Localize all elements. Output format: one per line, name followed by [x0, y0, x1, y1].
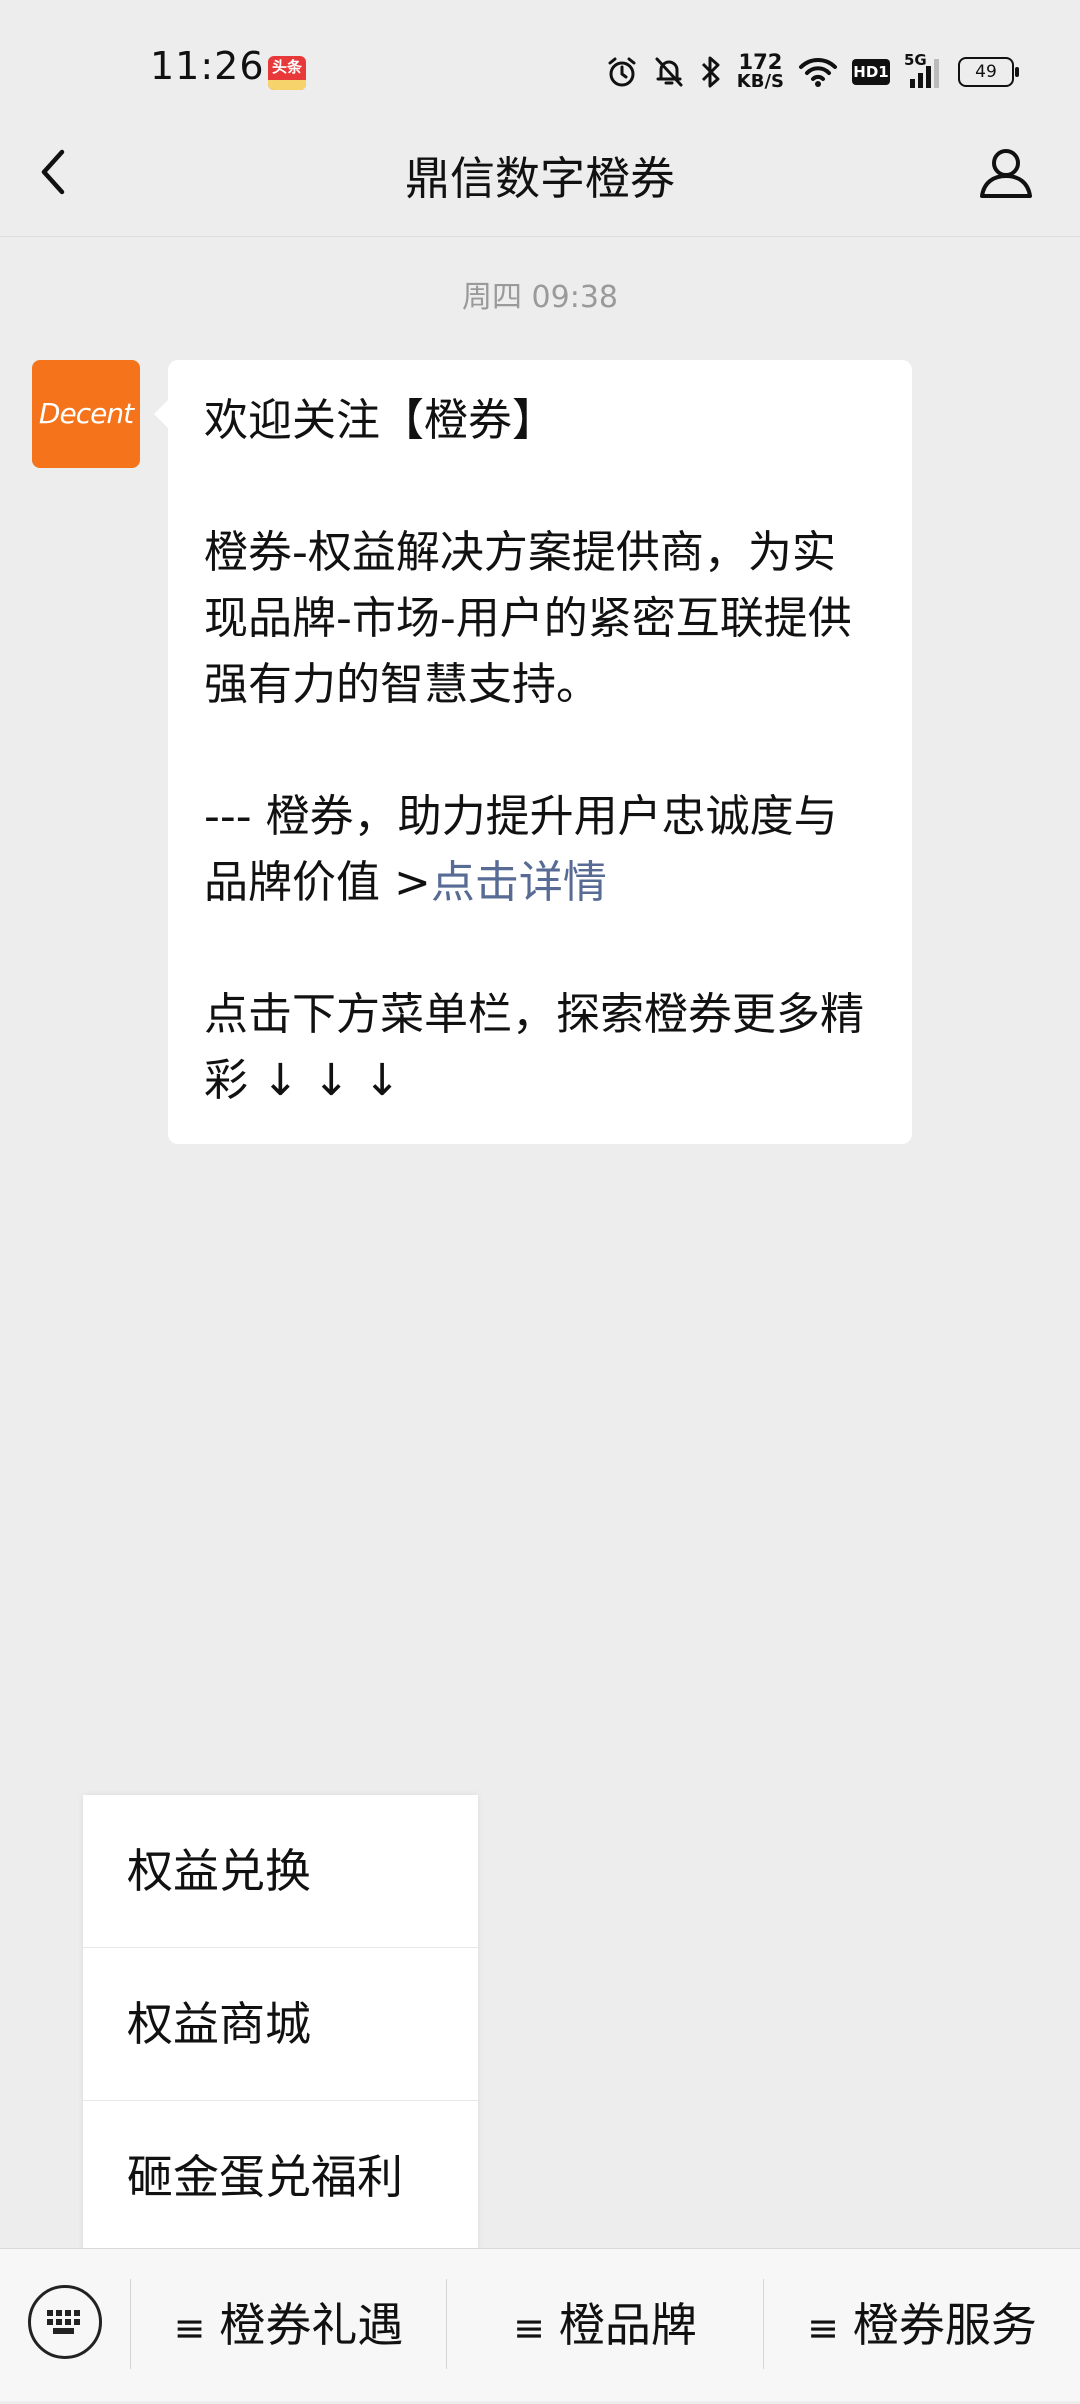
alarm-icon: [608, 57, 636, 87]
submenu-item-golden-egg[interactable]: 砸金蛋兑福利: [83, 2101, 478, 2253]
account-avatar[interactable]: Decent: [32, 360, 140, 468]
keyboard-toggle-button[interactable]: [28, 2285, 102, 2359]
battery-indicator: 49: [958, 57, 1019, 87]
message-bubble: 欢迎关注【橙券】 橙券-权益解决方案提供商，为实现品牌-市场-用户的紧密互联提供…: [154, 360, 912, 1144]
hd-indicator: HD1: [852, 59, 890, 85]
message-welcome: 欢迎关注【橙券】: [204, 395, 556, 446]
page-title: 鼎信数字橙券: [404, 152, 675, 205]
status-icons: 172 KB/S HD1 5G 49: [605, 50, 1019, 94]
mute-bell-icon: [655, 57, 683, 87]
message-timestamp: 周四 09:38: [462, 280, 618, 315]
news-app-badge: 头条: [271, 58, 302, 76]
message-slogan: --- 橙券，助力提升用户忠诚度与品牌价值 >点击详情: [204, 784, 878, 916]
hamburger-icon: ≡: [513, 2306, 545, 2350]
bluetooth-icon: [701, 56, 720, 88]
submenu-popup: 权益兑换 权益商城 砸金蛋兑福利: [83, 1795, 478, 2253]
menu-tab-brand[interactable]: ≡ 橙品牌: [447, 2249, 763, 2401]
status-time: 11:26: [150, 44, 265, 88]
submenu-item-rights-exchange[interactable]: 权益兑换: [83, 1795, 478, 1948]
cellular-signal: 5G: [904, 51, 944, 89]
menu-tab-perks-label: 橙券礼遇: [219, 2298, 404, 2352]
details-link[interactable]: 点击详情: [431, 857, 607, 908]
hamburger-icon: ≡: [807, 2306, 839, 2350]
menu-tab-services[interactable]: ≡ 橙券服务: [764, 2249, 1080, 2401]
nav-bar: 鼎信数字橙券: [0, 112, 1080, 237]
profile-button[interactable]: [976, 142, 1036, 202]
signal-bars-icon: [910, 59, 939, 88]
news-app-icon: 头条: [268, 56, 306, 90]
message-intro: 橙券-权益解决方案提供商，为实现品牌-市场-用户的紧密互联提供强有力的智慧支持。: [204, 527, 852, 710]
keyboard-icon: [47, 2310, 80, 2334]
hamburger-icon: ≡: [173, 2306, 206, 2350]
network-speed-unit: KB/S: [736, 71, 784, 92]
message-hint: 点击下方菜单栏，探索橙券更多精彩 ↓ ↓ ↓: [204, 989, 864, 1106]
wifi-icon: [799, 57, 837, 87]
network-speed-value: 172: [738, 50, 783, 74]
menu-tab-services-label: 橙券服务: [852, 2298, 1037, 2352]
menu-tab-brand-label: 橙品牌: [558, 2298, 697, 2352]
bottom-menu-bar: ≡ 橙券礼遇 ≡ 橙品牌 ≡ 橙券服务: [0, 2248, 1080, 2401]
menu-tab-perks[interactable]: ≡ 橙券礼遇: [131, 2249, 446, 2401]
network-speed: 172 KB/S: [737, 52, 784, 92]
submenu-item-rights-mall[interactable]: 权益商城: [83, 1948, 478, 2101]
